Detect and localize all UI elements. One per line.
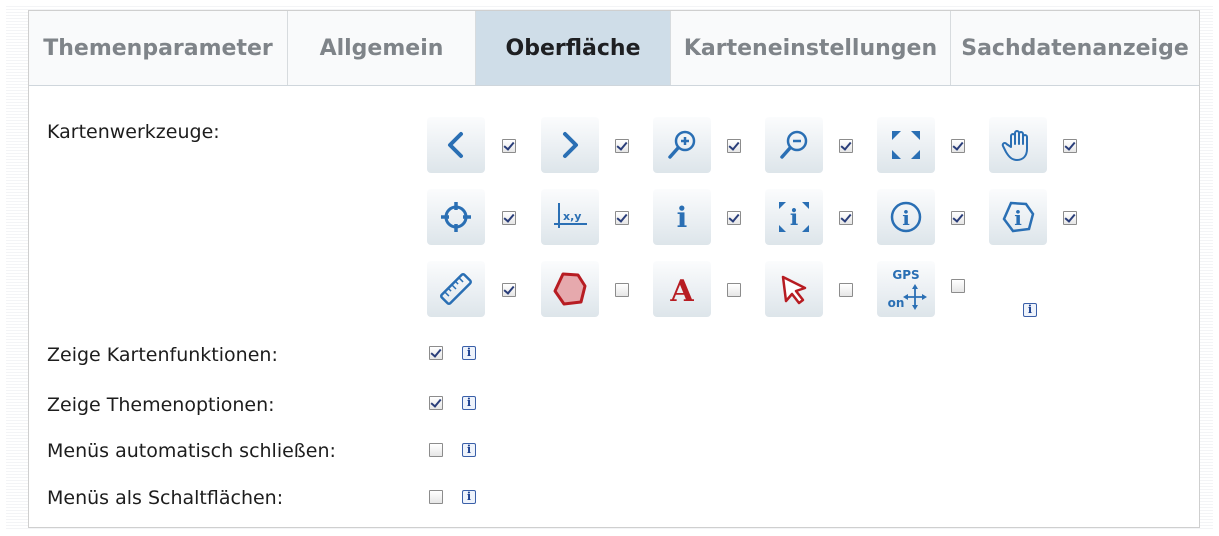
svg-text:i: i: [790, 205, 798, 231]
tab-allgemein[interactable]: Allgemein: [288, 11, 476, 85]
select-button[interactable]: [765, 261, 823, 317]
option-checkbox-kartenfunktionen[interactable]: [429, 346, 443, 360]
option-info-kartenfunktionen-icon[interactable]: i: [462, 346, 476, 360]
info-polygon-icon: i: [1002, 201, 1035, 233]
tool-checkbox-locate[interactable]: [502, 211, 516, 225]
tools-info-icon[interactable]: i: [1023, 303, 1037, 317]
svg-text:i: i: [902, 206, 910, 230]
polygon-button[interactable]: [541, 261, 599, 317]
pan-button[interactable]: [989, 117, 1047, 173]
map-tools-label: Kartenwerkzeuge:: [47, 121, 220, 143]
option-info-themenoptionen-icon[interactable]: i: [462, 396, 476, 410]
tool-checkbox-back[interactable]: [502, 139, 516, 153]
option-checkbox-themenoptionen[interactable]: [429, 396, 443, 410]
back-arrow-icon: [448, 132, 463, 158]
forward-arrow-icon: [563, 132, 578, 158]
locate-button[interactable]: [427, 189, 485, 245]
info-circle-button[interactable]: i: [877, 189, 935, 245]
info-area-icon: i: [779, 202, 809, 232]
option-label-menues-schliessen: Menüs automatisch schließen:: [47, 440, 336, 462]
full-extent-button[interactable]: [877, 117, 935, 173]
polygon-icon: [553, 272, 587, 306]
tool-checkbox-measure[interactable]: [502, 283, 516, 297]
tool-checkbox-info-circle[interactable]: [951, 211, 965, 225]
tool-checkbox-forward[interactable]: [615, 139, 629, 153]
option-label-kartenfunktionen: Zeige Kartenfunktionen:: [47, 344, 278, 366]
full-extent-icon: [892, 131, 920, 159]
option-info-menues-schliessen-icon[interactable]: i: [462, 443, 476, 457]
coordinates-xy-icon: x,y: [554, 203, 587, 228]
settings-panel: Themenparameter Allgemein Oberfläche Kar…: [28, 10, 1200, 528]
tool-checkbox-pan[interactable]: [1063, 139, 1077, 153]
text-a-icon: A: [669, 274, 694, 306]
tab-sachdatenanzeige[interactable]: Sachdatenanzeige: [951, 11, 1199, 85]
info-i-icon: i: [677, 201, 688, 234]
zoom-in-icon: [668, 130, 696, 159]
option-label-menues-schaltflaechen: Menüs als Schaltflächen:: [47, 487, 284, 509]
tool-checkbox-coordinates[interactable]: [615, 211, 629, 225]
option-checkbox-menues-schaltflaechen[interactable]: [429, 490, 443, 504]
tab-karteneinstellungen[interactable]: Karteneinstellungen: [671, 11, 951, 85]
gps-icon-top-text: GPS: [892, 268, 919, 282]
info-button[interactable]: i: [653, 189, 711, 245]
tab-bar: Themenparameter Allgemein Oberfläche Kar…: [29, 11, 1199, 86]
gps-button[interactable]: GPS on: [877, 261, 935, 317]
option-info-menues-schaltflaechen-icon[interactable]: i: [462, 490, 476, 504]
tool-checkbox-zoom-out[interactable]: [839, 139, 853, 153]
tool-checkbox-polygon[interactable]: [615, 283, 629, 297]
zoom-out-icon: [780, 130, 808, 159]
coordinates-button[interactable]: x,y: [541, 189, 599, 245]
back-button[interactable]: [427, 117, 485, 173]
svg-text:i: i: [1014, 206, 1022, 230]
tool-checkbox-zoom-in[interactable]: [727, 139, 741, 153]
tool-checkbox-text[interactable]: [727, 283, 741, 297]
gps-icon: GPS on: [888, 268, 927, 310]
info-area-button[interactable]: i: [765, 189, 823, 245]
tab-themenparameter[interactable]: Themenparameter: [29, 11, 288, 85]
tool-checkbox-info-area[interactable]: [839, 211, 853, 225]
select-arrow-icon: [781, 275, 807, 305]
crosshair-icon: [441, 202, 471, 232]
tool-checkbox-full-extent[interactable]: [951, 139, 965, 153]
tool-checkbox-gps[interactable]: [951, 279, 965, 293]
tool-checkbox-info-polygon[interactable]: [1063, 211, 1077, 225]
tool-checkbox-info[interactable]: [727, 211, 741, 225]
svg-text:x,y: x,y: [563, 210, 581, 223]
option-label-themenoptionen: Zeige Themenoptionen:: [47, 394, 275, 416]
ruler-icon: [440, 273, 472, 305]
svg-text:i: i: [677, 201, 688, 234]
tab-oberflaeche[interactable]: Oberfläche: [476, 11, 671, 85]
pan-hand-icon: [1001, 130, 1028, 161]
gps-icon-bottom-text: on: [888, 296, 905, 310]
text-button[interactable]: A: [653, 261, 711, 317]
svg-text:A: A: [669, 274, 694, 306]
option-checkbox-menues-schliessen[interactable]: [429, 443, 443, 457]
zoom-out-button[interactable]: [765, 117, 823, 173]
tool-checkbox-select[interactable]: [839, 283, 853, 297]
info-circle-icon: i: [890, 201, 922, 233]
forward-button[interactable]: [541, 117, 599, 173]
zoom-in-button[interactable]: [653, 117, 711, 173]
measure-button[interactable]: [427, 261, 485, 317]
info-polygon-button[interactable]: i: [989, 189, 1047, 245]
